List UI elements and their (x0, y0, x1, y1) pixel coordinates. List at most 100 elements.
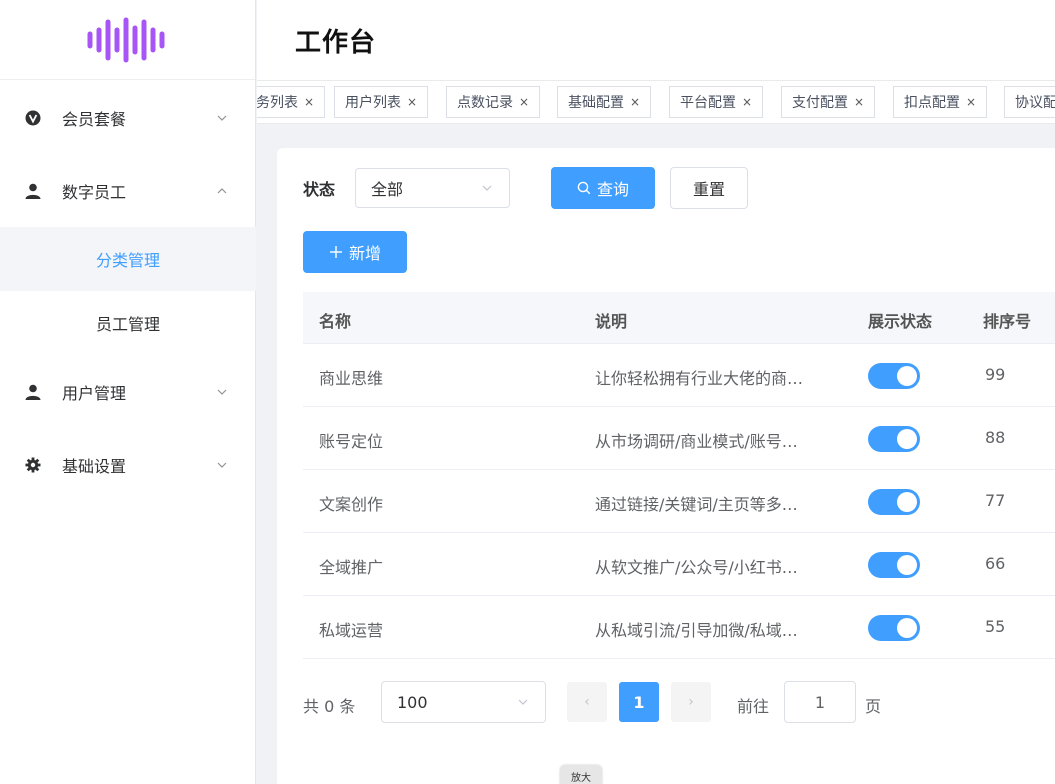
user-icon (24, 182, 42, 200)
table-row: 全域推广 从软文推广/公众号/小红书… 66 (303, 533, 1055, 596)
switch-knob (897, 618, 917, 638)
sidebar-item-membership[interactable]: 会员套餐 (0, 90, 256, 146)
goto-label: 前往 (737, 697, 770, 716)
cell-order: 55 (985, 617, 1006, 636)
sidebar-item-basic-settings[interactable]: 基础设置 (0, 437, 256, 493)
tab-platform-config[interactable]: 平台配置 × (669, 86, 764, 118)
sidebar-item-staff-management[interactable]: 员工管理 (0, 291, 256, 355)
column-header-description: 说明 (595, 312, 628, 331)
reset-button[interactable]: 重置 (670, 167, 748, 209)
goto-page-input[interactable]: 1 (784, 681, 856, 723)
cell-description: 通过链接/关键词/主页等多… (595, 495, 798, 514)
cell-name: 私域运营 (319, 621, 384, 640)
cell-description: 让你轻松拥有行业大佬的商… (595, 369, 804, 388)
tab-label: 基础配置 (568, 95, 624, 111)
close-icon[interactable]: × (742, 95, 752, 109)
query-button[interactable]: 查询 (551, 167, 655, 209)
tab-label: 支付配置 (792, 95, 848, 111)
next-page-button[interactable]: › (671, 682, 711, 722)
table-header: 名称 说明 展示状态 排序号 (303, 292, 1055, 344)
cell-description: 从市场调研/商业模式/账号… (595, 432, 798, 451)
tab-label: 协议配 (1015, 95, 1055, 111)
status-filter-label: 状态 (303, 180, 336, 199)
display-status-switch[interactable] (868, 552, 920, 578)
tab-payment-config[interactable]: 支付配置 × (781, 86, 876, 118)
chevron-down-icon (482, 185, 492, 191)
tab-points-records[interactable]: 点数记录 × (446, 86, 541, 118)
prev-page-button[interactable]: ‹ (567, 682, 607, 722)
display-status-switch[interactable] (868, 426, 920, 452)
chevron-up-icon (217, 188, 227, 194)
add-button[interactable]: 新增 (303, 231, 407, 273)
display-status-switch[interactable] (868, 363, 920, 389)
sidebar-item-user-management[interactable]: 用户管理 (0, 364, 256, 420)
switch-knob (897, 492, 917, 512)
tab-label: 扣点配置 (904, 95, 960, 111)
pagination-total: 共 0 条 (303, 697, 356, 716)
chevron-down-icon (217, 115, 227, 121)
sidebar-item-label: 用户管理 (62, 384, 127, 403)
tab-deduction-config[interactable]: 扣点配置 × (893, 86, 988, 118)
page-title: 工作台 (295, 28, 377, 58)
table-row: 私域运营 从私域引流/引导加微/私域… 55 (303, 596, 1055, 659)
page-size-value: 100 (397, 692, 428, 712)
column-header-name: 名称 (319, 312, 352, 331)
display-status-switch[interactable] (868, 615, 920, 641)
column-header-order: 排序号 (983, 312, 1032, 331)
main-content: 状态 全部 查询 重置 新增 名称 说明 展示状态 排序号 商业思维 让你轻松拥… (257, 124, 1055, 784)
logo (0, 0, 255, 80)
tab-user-list[interactable]: 用户列表 × (334, 86, 429, 118)
tab-label: 用户列表 (345, 95, 401, 111)
tab-label: 务列表 (257, 95, 298, 111)
cell-name: 商业思维 (319, 369, 384, 388)
sidebar-item-label: 会员套餐 (62, 110, 127, 129)
zoom-tooltip: 放大 (560, 765, 602, 784)
cell-name: 账号定位 (319, 432, 384, 451)
sidebar-item-category-management[interactable]: 分类管理 (0, 227, 256, 291)
switch-knob (897, 429, 917, 449)
switch-knob (897, 555, 917, 575)
close-icon[interactable]: × (407, 95, 417, 109)
cell-description: 从软文推广/公众号/小红书… (595, 558, 798, 577)
tab-label: 点数记录 (457, 95, 513, 111)
status-select[interactable]: 全部 (355, 168, 510, 208)
close-icon[interactable]: × (519, 95, 529, 109)
page-number-current[interactable]: 1 (619, 682, 659, 722)
close-icon[interactable]: × (304, 95, 314, 109)
cell-order: 88 (985, 428, 1006, 447)
sound-wave-logo-icon (87, 17, 164, 62)
add-button-label: 新增 (348, 244, 381, 263)
close-icon[interactable]: × (854, 95, 864, 109)
reset-button-label: 重置 (692, 180, 725, 199)
cell-name: 全域推广 (319, 558, 384, 577)
sidebar: 会员套餐 数字员工 分类管理 员工管理 用户管理 基础设置 (0, 0, 256, 784)
plus-icon (329, 245, 343, 259)
table-row: 文案创作 通过链接/关键词/主页等多… 77 (303, 470, 1055, 533)
tab-task-list[interactable]: 务列表 × (257, 86, 326, 118)
close-icon[interactable]: × (966, 95, 976, 109)
tab-agreement-config[interactable]: 协议配 (1004, 86, 1055, 118)
chevron-down-icon (217, 462, 227, 468)
cell-description: 从私域引流/引导加微/私域… (595, 621, 798, 640)
sidebar-item-digital-staff[interactable]: 数字员工 (0, 163, 256, 219)
tab-label: 平台配置 (680, 95, 736, 111)
gear-icon (24, 456, 42, 474)
sidebar-item-label: 员工管理 (95, 315, 160, 334)
sidebar-item-label: 分类管理 (95, 251, 160, 270)
sidebar-item-label: 数字员工 (62, 183, 127, 202)
user-icon (24, 383, 42, 401)
v-circle-icon (24, 109, 42, 127)
page-size-select[interactable]: 100 (381, 681, 546, 723)
chevron-down-icon (518, 699, 528, 705)
tab-basic-config[interactable]: 基础配置 × (557, 86, 652, 118)
cell-order: 77 (985, 491, 1006, 510)
query-button-label: 查询 (596, 180, 629, 199)
column-header-display-status: 展示状态 (868, 312, 933, 331)
display-status-switch[interactable] (868, 489, 920, 515)
close-icon[interactable]: × (630, 95, 640, 109)
pagination: 共 0 条 100 ‹ 1 › 前往 1 页 (303, 680, 1055, 724)
header: 工作台 (257, 0, 1055, 80)
sidebar-item-label: 基础设置 (62, 457, 127, 476)
status-select-value: 全部 (371, 180, 404, 199)
chevron-down-icon (217, 389, 227, 395)
